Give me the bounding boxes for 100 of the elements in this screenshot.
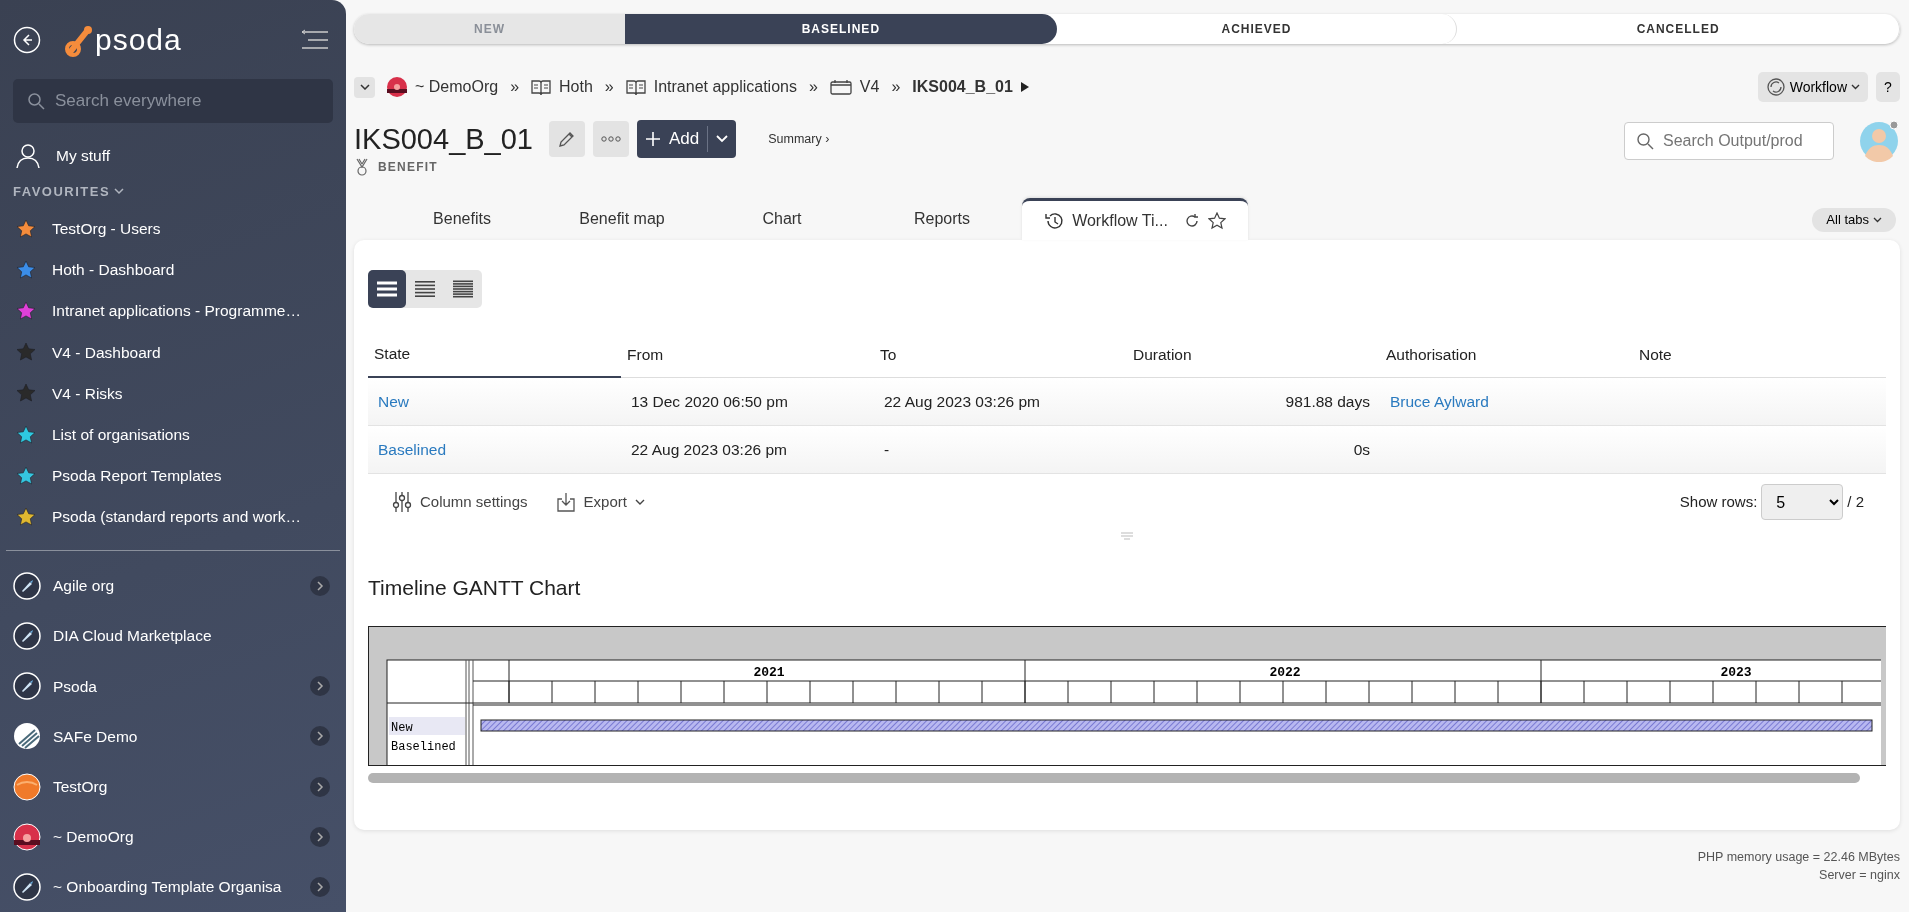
user-link[interactable]: Bruce Aylward — [1390, 392, 1489, 410]
chevron-down-icon — [634, 499, 645, 505]
org-avatar-icon — [13, 772, 41, 801]
breadcrumb-link[interactable]: V4 — [859, 75, 880, 99]
export-icon — [555, 492, 576, 512]
chevron-down-icon — [1851, 84, 1860, 90]
org-link[interactable]: ~ DemoOrg — [53, 825, 134, 849]
column-settings-button[interactable]: Column settings — [386, 489, 534, 515]
favourite-link[interactable]: TestOrg - Users — [52, 216, 161, 241]
favourite-link[interactable]: Psoda (standard reports and work… — [52, 505, 301, 529]
favourite-link[interactable]: List of organisations — [52, 422, 190, 447]
table-cell: 13 Dec 2020 06:50 pm — [631, 392, 788, 410]
page-title: IKS004_B_01 — [354, 121, 533, 157]
more-icon — [601, 136, 621, 142]
search-field[interactable]: Search Output/prod — [1624, 122, 1834, 160]
breadcrumb-separator: » — [604, 77, 614, 97]
breadcrumb-current: IKS004_B_01 — [912, 77, 1013, 97]
plus-icon — [645, 131, 661, 147]
tab[interactable]: Chart — [702, 198, 862, 240]
rocket-avatar-icon — [13, 872, 41, 901]
caret-icon[interactable] — [1020, 82, 1029, 92]
chevron-right-icon[interactable] — [310, 776, 330, 797]
breadcrumb-link[interactable]: Hoth — [559, 75, 593, 99]
workflow-icon — [1765, 77, 1786, 97]
row-label: Baselined — [391, 739, 456, 754]
org-avatar-icon — [13, 722, 41, 751]
footer-text: Server = nginx — [1818, 867, 1900, 885]
org-link[interactable]: SAFe Demo — [53, 724, 138, 748]
chevron-right-icon[interactable] — [310, 826, 330, 847]
density-toggle[interactable] — [368, 270, 482, 308]
breadcrumb-link[interactable]: ~ DemoOrg — [415, 75, 499, 99]
year-label: 2023 — [1720, 664, 1752, 680]
export-button[interactable]: Export — [549, 489, 651, 515]
dropdown-button[interactable] — [354, 76, 375, 98]
table-cell: 22 Aug 2023 03:26 pm — [631, 440, 787, 458]
favourite-link[interactable]: Intranet applications - Programme… — [52, 299, 301, 323]
favourite-link[interactable]: Psoda Report Templates — [52, 464, 222, 488]
help-button[interactable]: ? — [1876, 72, 1900, 102]
org-avatar-icon — [387, 77, 407, 97]
workflow-button[interactable]: Workflow — [1757, 72, 1868, 102]
back-icon[interactable] — [13, 25, 41, 54]
state-link[interactable]: Baselined — [378, 440, 447, 458]
year-label: 2022 — [1269, 664, 1301, 680]
org-link[interactable]: TestOrg — [53, 774, 108, 799]
org-link[interactable]: Agile org — [53, 574, 115, 598]
more-button[interactable] — [593, 121, 629, 157]
search-field[interactable]: Search everywhere — [13, 79, 333, 124]
edit-button[interactable] — [549, 121, 585, 157]
tab[interactable]: Benefits — [382, 198, 542, 240]
favourite-link[interactable]: V4 - Risks — [52, 381, 123, 405]
sliders-icon — [392, 491, 412, 513]
state-link[interactable]: New — [378, 392, 409, 410]
refresh-icon[interactable] — [1183, 212, 1200, 229]
chevron-down-icon — [1873, 217, 1882, 223]
rocket-avatar-icon — [13, 672, 41, 701]
favourite-link[interactable]: V4 - Dashboard — [52, 340, 161, 364]
medal-icon — [354, 158, 370, 176]
tab[interactable]: Workflow Ti... — [1022, 198, 1248, 240]
summary-link[interactable]: Summary › — [768, 129, 830, 149]
rocket-avatar-icon — [13, 571, 41, 600]
item-type-label: BENEFIT — [378, 159, 438, 176]
org-link[interactable]: Psoda — [53, 674, 97, 698]
list-density-icon — [376, 279, 398, 299]
density-button[interactable] — [368, 270, 406, 308]
chevron-right-icon[interactable] — [310, 726, 330, 747]
breadcrumb-separator: » — [808, 77, 818, 97]
chevron-right-icon[interactable] — [310, 575, 330, 596]
menu-icon[interactable] — [300, 27, 330, 52]
section-title: Timeline GANTT Chart — [368, 575, 582, 601]
org-link[interactable]: ~ Onboarding Template Organisa — [53, 875, 282, 899]
table-cell: 22 Aug 2023 03:26 pm — [884, 392, 1040, 410]
all-tabs-button[interactable]: All tabs — [1812, 208, 1896, 232]
tab[interactable]: Benefit map — [542, 198, 702, 240]
list-density-icon — [452, 279, 474, 299]
star-icon[interactable] — [1207, 211, 1226, 230]
list-density-icon — [414, 279, 436, 299]
rows-per-page-select[interactable]: 5 — [1761, 484, 1844, 520]
chevron-down-icon[interactable] — [114, 188, 125, 197]
year-label: 2021 — [753, 664, 785, 680]
table-cell: 981.88 days — [1285, 392, 1370, 410]
chevron-down-icon — [359, 84, 370, 90]
person-icon — [16, 142, 40, 169]
table-cell: 0s — [1353, 440, 1370, 458]
scrollbar[interactable] — [368, 772, 1860, 783]
workflow-stage: NEW — [354, 14, 626, 44]
search-icon — [1636, 132, 1654, 150]
favourite-link[interactable]: Hoth - Dashboard — [52, 258, 175, 282]
org-link[interactable]: DIA Cloud Marketplace — [53, 624, 212, 648]
section-heading[interactable]: FAVOURITES — [13, 182, 111, 202]
breadcrumb-link[interactable]: Intranet applications — [653, 75, 797, 99]
add-button[interactable]: Add — [637, 120, 737, 158]
drag-handle-icon[interactable] — [1120, 532, 1134, 542]
tab[interactable]: Reports — [862, 198, 1022, 240]
nav-link-text[interactable]: My stuff — [56, 144, 110, 168]
chevron-right-icon[interactable] — [310, 876, 330, 897]
breadcrumb-separator: » — [891, 77, 901, 97]
row-label: New — [391, 720, 413, 735]
chevron-down-icon — [716, 135, 729, 143]
chevron-right-icon[interactable] — [310, 676, 330, 697]
rocket-avatar-icon — [13, 621, 41, 650]
